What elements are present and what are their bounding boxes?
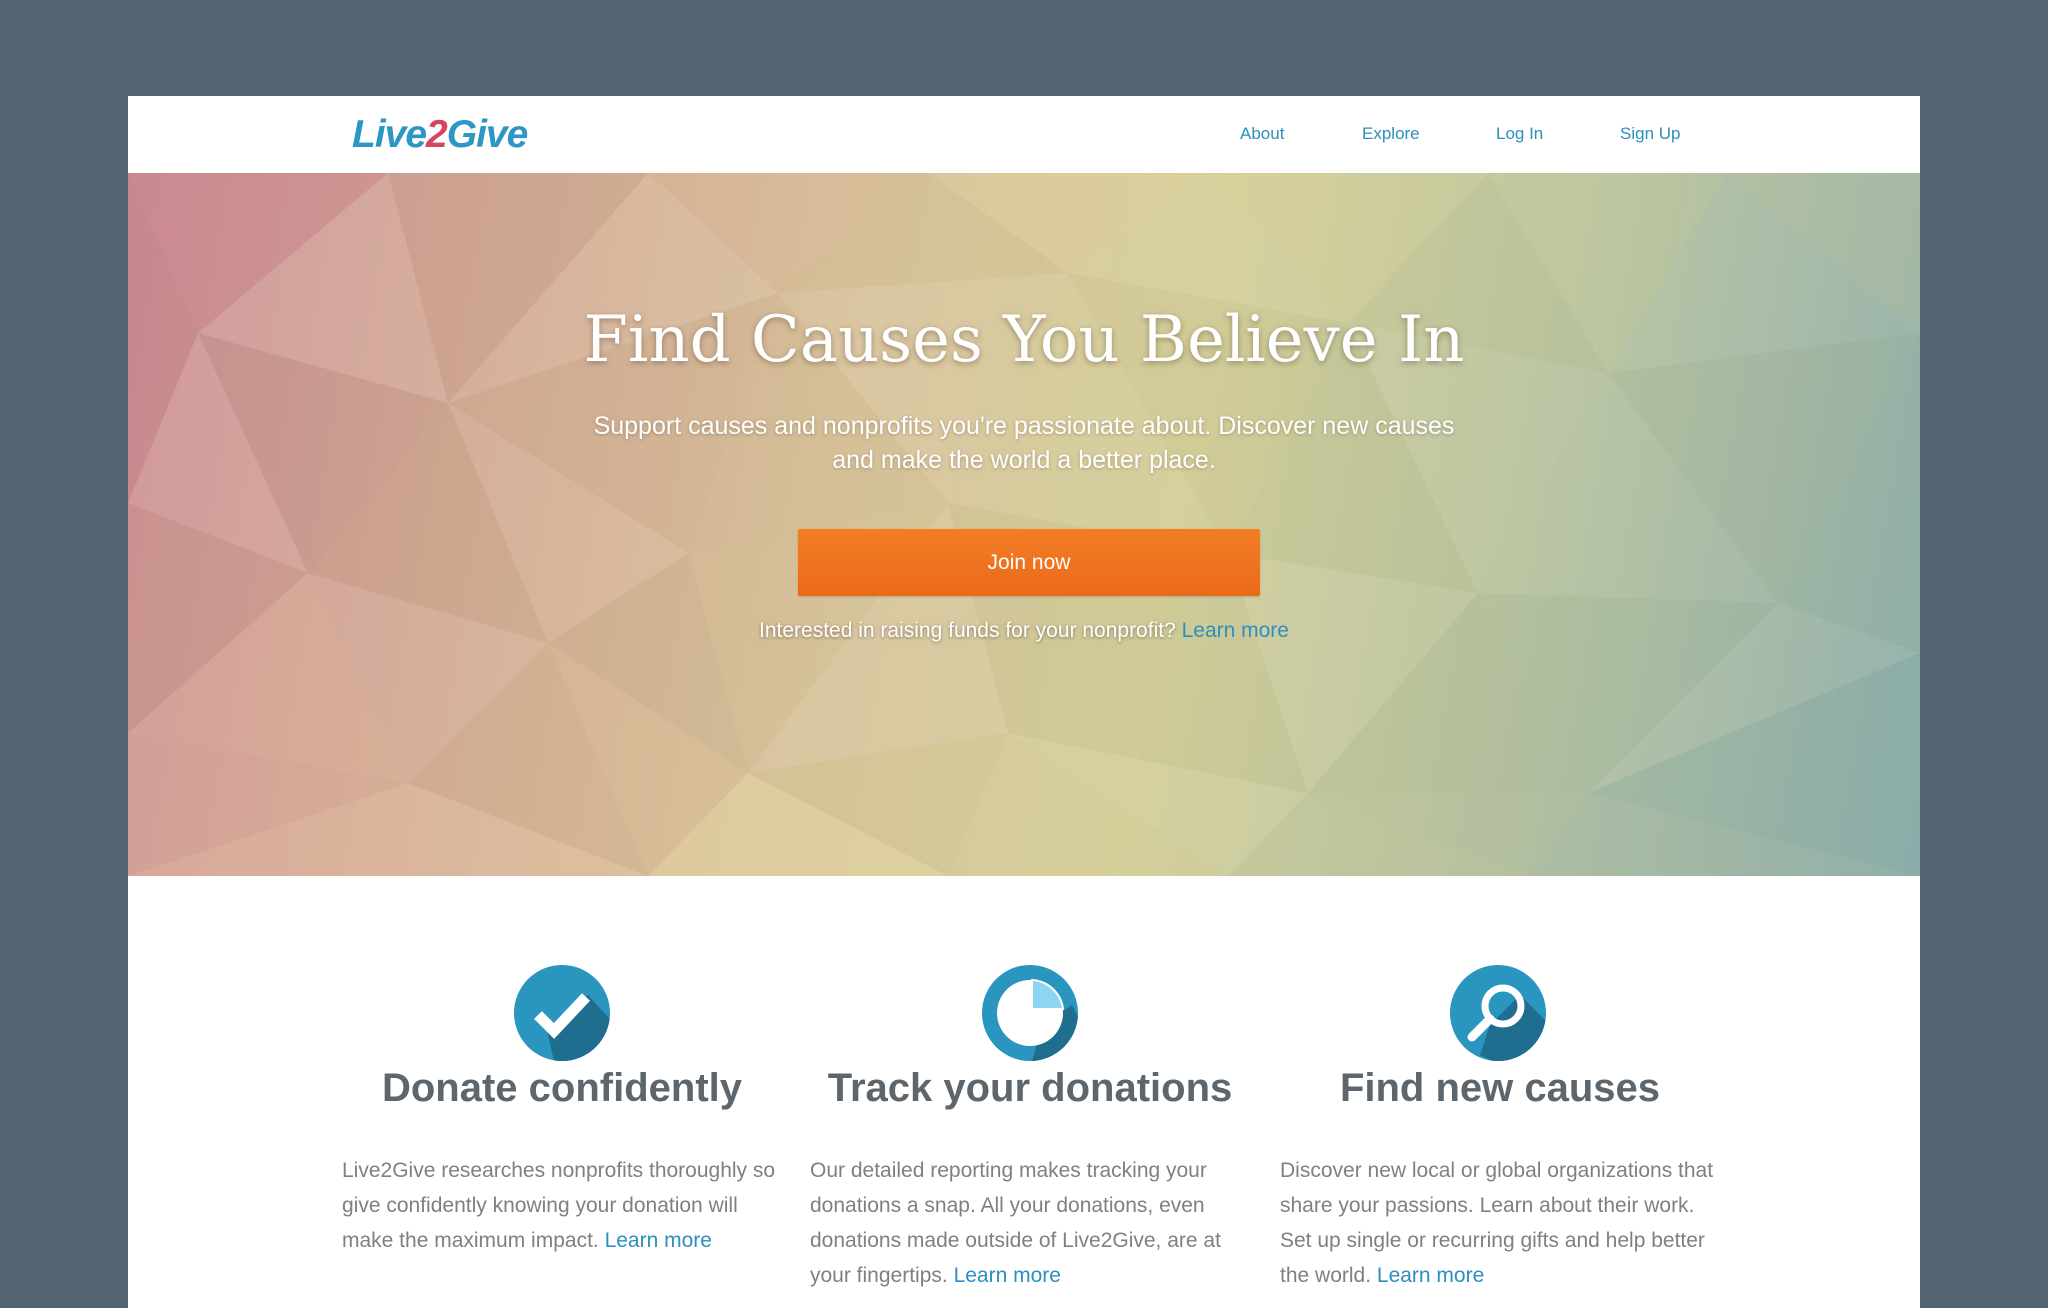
- site-header: Live2Give About Explore Log In Sign Up: [128, 96, 1920, 173]
- hero-title: Find Causes You Believe In: [583, 303, 1465, 377]
- feature-learn-more-link[interactable]: Learn more: [1377, 1264, 1484, 1287]
- feature-title: Find new causes: [1339, 1066, 1661, 1110]
- nav-about-link[interactable]: About: [1240, 124, 1284, 144]
- nonprofit-note: Interested in raising funds for your non…: [128, 619, 1920, 643]
- hero-section: Find Causes You Believe In Support cause…: [128, 173, 1920, 876]
- nonprofit-note-text: Interested in raising funds for your non…: [759, 619, 1182, 642]
- feature-description: Live2Give researches nonprofits thorough…: [342, 1153, 782, 1258]
- nav-explore-link[interactable]: Explore: [1362, 124, 1420, 144]
- browser-page-frame: Live2Give About Explore Log In Sign Up F…: [128, 96, 1920, 1308]
- join-now-button[interactable]: Join now: [798, 529, 1260, 596]
- hero-background-pattern: [128, 173, 1920, 876]
- feature-learn-more-link[interactable]: Learn more: [605, 1229, 712, 1252]
- feature-description: Discover new local or global organizatio…: [1280, 1153, 1720, 1293]
- main-nav: About Explore Log In Sign Up: [128, 124, 1920, 148]
- feature-title: Donate confidently: [381, 1066, 743, 1110]
- nav-login-link[interactable]: Log In: [1496, 124, 1543, 144]
- nonprofit-learn-more-link[interactable]: Learn more: [1182, 619, 1289, 642]
- feature-title: Track your donations: [827, 1066, 1233, 1110]
- feature-description: Our detailed reporting makes tracking yo…: [810, 1153, 1250, 1293]
- nav-signup-link[interactable]: Sign Up: [1620, 124, 1680, 144]
- feature-body-text: Discover new local or global organizatio…: [1280, 1159, 1714, 1287]
- hero-subtitle: Support causes and nonprofits you're pas…: [593, 412, 1455, 474]
- checkmark-icon: [514, 965, 610, 1061]
- feature-learn-more-link[interactable]: Learn more: [954, 1264, 1061, 1287]
- pie-chart-icon: [982, 965, 1078, 1061]
- magnifier-icon: [1450, 965, 1546, 1061]
